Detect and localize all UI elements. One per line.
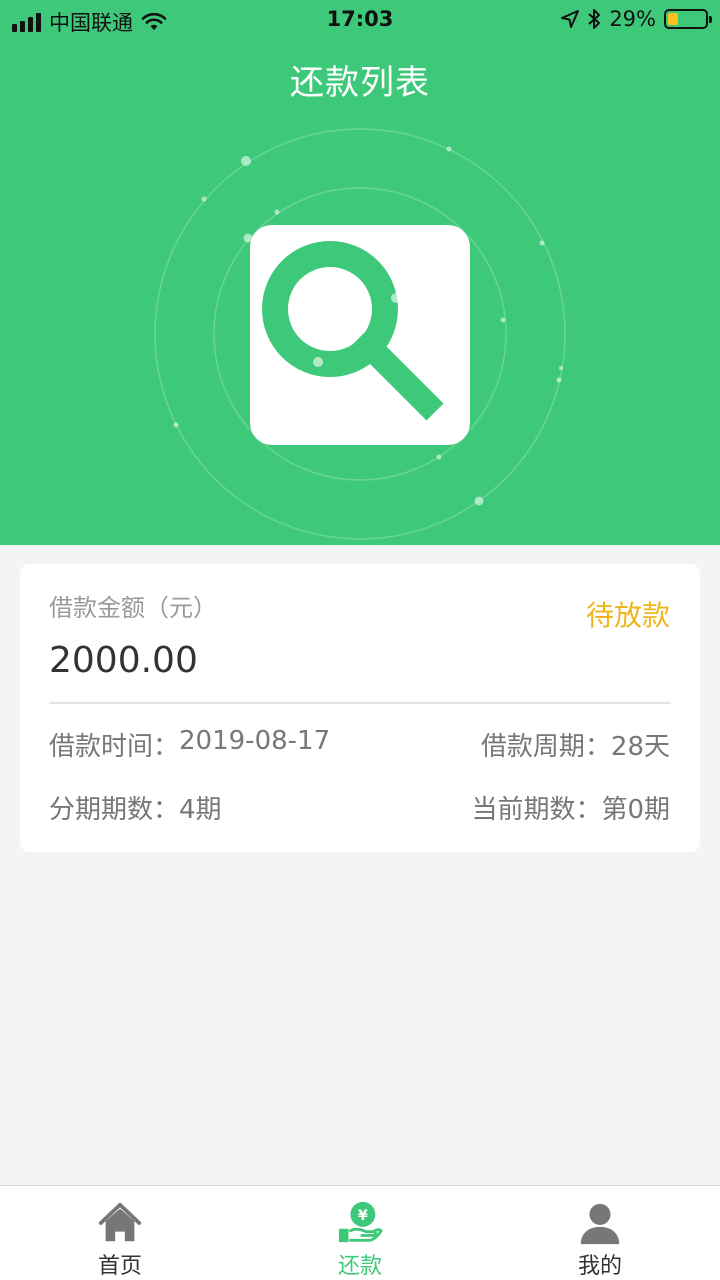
- tab-repay-label: 还款: [337, 1254, 382, 1279]
- loan-period-label: 借款周期：: [480, 732, 611, 762]
- status-right: 29%: [561, 7, 712, 31]
- svg-text:¥: ¥: [358, 1208, 368, 1224]
- card-divider: [49, 702, 671, 704]
- repay-icon: ¥: [338, 1201, 383, 1243]
- installments-value: 4期: [179, 795, 222, 825]
- tab-bar: 首页 ¥ 还款 我的: [0, 1185, 720, 1280]
- status-bar: 中国联通 17:03 29%: [0, 0, 720, 40]
- user-icon: [580, 1203, 620, 1245]
- tab-repay[interactable]: ¥ 还款: [240, 1186, 480, 1280]
- loan-time: 借款时间： 2019-08-17: [49, 726, 330, 763]
- loan-period: 借款周期： 28天: [481, 726, 670, 763]
- search-icon: [250, 225, 470, 445]
- loan-card[interactable]: 借款金额（元） 待放款 2000.00 借款时间： 2019-08-17 借款周…: [20, 564, 700, 852]
- loan-info-row-2: 分期期数： 4期 当前期数： 第0期: [49, 789, 670, 826]
- tab-mine[interactable]: 我的: [480, 1186, 720, 1280]
- battery-fill: [668, 13, 679, 25]
- current-period-value: 第0期: [601, 795, 670, 825]
- current-period-label: 当前期数：: [471, 795, 602, 825]
- page-title: 还款列表: [290, 63, 430, 103]
- loan-period-value: 28天: [610, 732, 670, 762]
- tab-home[interactable]: 首页: [0, 1186, 240, 1280]
- tab-mine-label: 我的: [577, 1254, 622, 1279]
- tab-home-label: 首页: [97, 1254, 142, 1279]
- loan-status-badge: 待放款: [585, 599, 670, 632]
- battery-percent: 29%: [609, 7, 656, 31]
- loan-amount-label: 借款金额（元）: [49, 594, 217, 622]
- bluetooth-icon: [588, 9, 601, 29]
- battery-icon: [664, 9, 712, 29]
- installments: 分期期数： 4期: [49, 789, 222, 826]
- header-banner: 中国联通 17:03 29% 还款列表: [0, 0, 720, 545]
- home-icon: [98, 1202, 142, 1242]
- loan-amount-value: 2000.00: [49, 640, 198, 681]
- loan-info-row-1: 借款时间： 2019-08-17 借款周期： 28天: [49, 726, 670, 763]
- loan-time-label: 借款时间：: [49, 732, 180, 762]
- repayment-list-screen: 中国联通 17:03 29% 还款列表 借款金额（元） 待放款 2000.00 …: [0, 0, 720, 1280]
- installments-label: 分期期数：: [49, 795, 180, 825]
- location-arrow-icon: [561, 10, 580, 28]
- current-period: 当前期数： 第0期: [471, 789, 670, 826]
- loan-time-value: 2019-08-17: [179, 726, 331, 756]
